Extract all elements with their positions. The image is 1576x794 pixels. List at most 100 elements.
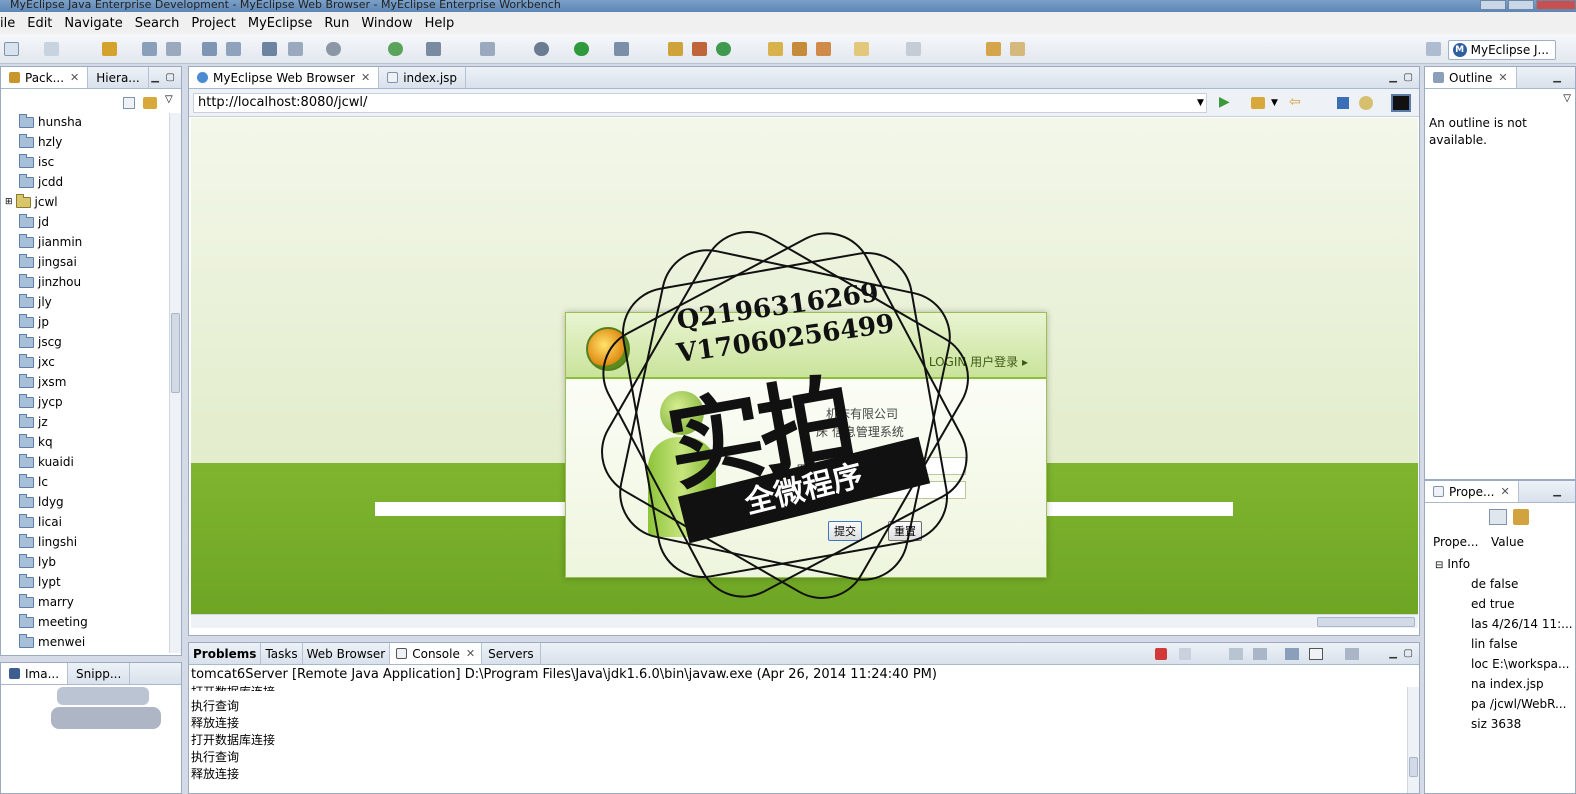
open-type-icon[interactable] bbox=[668, 42, 683, 56]
menu-project[interactable]: Project bbox=[185, 16, 241, 31]
list-item[interactable]: jd bbox=[19, 213, 49, 231]
tab-tasks[interactable]: Tasks bbox=[261, 643, 303, 664]
brush-icon[interactable] bbox=[816, 42, 831, 56]
bookmark-dropdown-icon[interactable]: ▼ bbox=[1271, 98, 1278, 108]
list-item[interactable]: kuaidi bbox=[19, 453, 74, 471]
cycle-icon[interactable] bbox=[716, 42, 731, 56]
debug-icon[interactable] bbox=[534, 42, 549, 56]
annotation-icon[interactable] bbox=[854, 42, 869, 56]
menu-search[interactable]: Search bbox=[129, 16, 186, 31]
browser-horizontal-scrollbar[interactable] bbox=[191, 614, 1418, 628]
scroll-lock-icon[interactable] bbox=[1253, 648, 1267, 660]
minimize-icon[interactable]: ▁ bbox=[1553, 72, 1561, 83]
collapse-icon[interactable]: ⊟ bbox=[1435, 560, 1443, 571]
list-item[interactable]: ldyg bbox=[19, 493, 64, 511]
expand-icon[interactable]: ⊞ bbox=[5, 197, 13, 207]
run-icon[interactable] bbox=[574, 42, 589, 56]
new-icon[interactable] bbox=[4, 42, 19, 56]
close-icon[interactable]: ✕ bbox=[70, 71, 79, 84]
list-item[interactable]: menwei bbox=[19, 633, 85, 651]
list-item[interactable]: jcdd bbox=[19, 173, 63, 191]
tab-console[interactable]: Console ✕ bbox=[390, 643, 483, 664]
scrollbar-thumb[interactable] bbox=[171, 313, 180, 393]
list-item[interactable]: ⊞ jcwl bbox=[5, 193, 58, 211]
list-item[interactable]: jscg bbox=[19, 333, 62, 351]
tab-outline[interactable]: Outline ✕ bbox=[1425, 67, 1517, 88]
list-item[interactable]: jianmin bbox=[19, 233, 82, 251]
back-icon[interactable]: ⇦ bbox=[1289, 94, 1301, 110]
next-icon[interactable] bbox=[906, 42, 921, 56]
open-perspective-icon[interactable] bbox=[1426, 42, 1441, 56]
close-icon[interactable]: ✕ bbox=[361, 71, 370, 84]
list-item[interactable]: meeting bbox=[19, 613, 88, 631]
menu-run[interactable]: Run bbox=[318, 16, 355, 31]
server-icon[interactable] bbox=[142, 42, 157, 56]
table-row[interactable]: siz 3638 bbox=[1471, 717, 1521, 731]
external-tools-icon[interactable] bbox=[614, 42, 629, 56]
tab-hierarchy[interactable]: Hiera... bbox=[88, 67, 149, 88]
list-item[interactable]: jxc bbox=[19, 353, 55, 371]
go-icon[interactable]: ▶ bbox=[1219, 94, 1230, 110]
minimize-icon[interactable]: ▁ bbox=[1389, 72, 1397, 83]
console-scrollbar[interactable] bbox=[1407, 687, 1419, 793]
terminate-icon[interactable] bbox=[1155, 648, 1167, 660]
list-item[interactable]: hzly bbox=[19, 133, 62, 151]
table-row[interactable]: loc E:\workspa... bbox=[1471, 657, 1569, 671]
open-folder-icon[interactable] bbox=[768, 42, 783, 56]
table-row[interactable]: lin false bbox=[1471, 637, 1518, 651]
minimize-icon[interactable]: ▁ bbox=[1553, 486, 1561, 497]
maximize-button[interactable] bbox=[1508, 0, 1534, 10]
list-item[interactable]: jp bbox=[19, 313, 49, 331]
close-icon[interactable]: ✕ bbox=[1498, 71, 1507, 84]
list-item[interactable]: licai bbox=[19, 513, 62, 531]
username-input[interactable] bbox=[836, 457, 966, 475]
tab-properties[interactable]: Prope... ✕ bbox=[1425, 481, 1519, 502]
tab-snippets[interactable]: Snipp... bbox=[68, 663, 131, 684]
list-item[interactable]: lyb bbox=[19, 553, 56, 571]
list-item[interactable]: hunsha bbox=[19, 113, 82, 131]
forward-icon[interactable] bbox=[1010, 42, 1025, 56]
tools-icon[interactable] bbox=[288, 42, 303, 56]
list-item[interactable]: marry bbox=[19, 593, 74, 611]
wizard-icon[interactable] bbox=[202, 42, 217, 56]
menu-window[interactable]: Window bbox=[355, 16, 418, 31]
menu-myeclipse[interactable]: MyEclipse bbox=[242, 16, 319, 31]
stop-icon[interactable] bbox=[1337, 97, 1349, 109]
terminal-icon[interactable] bbox=[426, 42, 441, 56]
submit-button[interactable]: 提交 bbox=[828, 521, 862, 541]
list-item[interactable]: lingshi bbox=[19, 533, 77, 551]
refresh-icon[interactable] bbox=[1359, 96, 1373, 110]
package-icon[interactable] bbox=[480, 42, 495, 56]
menu-help[interactable]: Help bbox=[419, 16, 461, 31]
list-item[interactable]: jz bbox=[19, 413, 48, 431]
view-menu-icon[interactable]: ▽ bbox=[1563, 93, 1571, 104]
save-icon[interactable] bbox=[44, 42, 59, 56]
collapse-all-icon[interactable] bbox=[123, 97, 135, 109]
grid-icon[interactable] bbox=[692, 42, 707, 56]
reset-button[interactable]: 重置 bbox=[888, 521, 922, 541]
list-item[interactable]: isc bbox=[19, 153, 54, 171]
back-icon[interactable] bbox=[986, 42, 1001, 56]
tab-servers[interactable]: Servers bbox=[482, 643, 541, 664]
remove-launch-icon[interactable] bbox=[1179, 648, 1191, 660]
maximize-icon[interactable]: ▢ bbox=[166, 72, 175, 83]
url-input[interactable]: http://localhost:8080/jcwl/ bbox=[193, 93, 1207, 113]
list-item[interactable]: jly bbox=[19, 293, 52, 311]
categories-icon[interactable] bbox=[1489, 509, 1507, 525]
table-row[interactable]: las 4/26/14 11:... bbox=[1471, 617, 1573, 631]
list-item[interactable]: jycp bbox=[19, 393, 63, 411]
pin-console-icon[interactable] bbox=[1285, 648, 1299, 660]
minimize-button[interactable] bbox=[1480, 0, 1506, 10]
new-console-icon[interactable] bbox=[1345, 648, 1359, 660]
build-icon[interactable] bbox=[166, 42, 181, 56]
project-tree-scrollbar[interactable] bbox=[169, 113, 181, 653]
scrollbar-thumb[interactable] bbox=[1409, 757, 1418, 777]
view-menu-icon[interactable]: ▽ bbox=[165, 94, 173, 105]
list-item[interactable]: jingsai bbox=[19, 253, 77, 271]
perspective-switcher[interactable]: M MyEclipse J... bbox=[1447, 40, 1556, 60]
table-row[interactable]: de false bbox=[1471, 577, 1518, 591]
table-row[interactable]: ed true bbox=[1471, 597, 1514, 611]
password-input[interactable] bbox=[836, 481, 966, 499]
menu-navigate[interactable]: Navigate bbox=[58, 16, 128, 31]
scrollbar-thumb[interactable] bbox=[1317, 617, 1415, 627]
